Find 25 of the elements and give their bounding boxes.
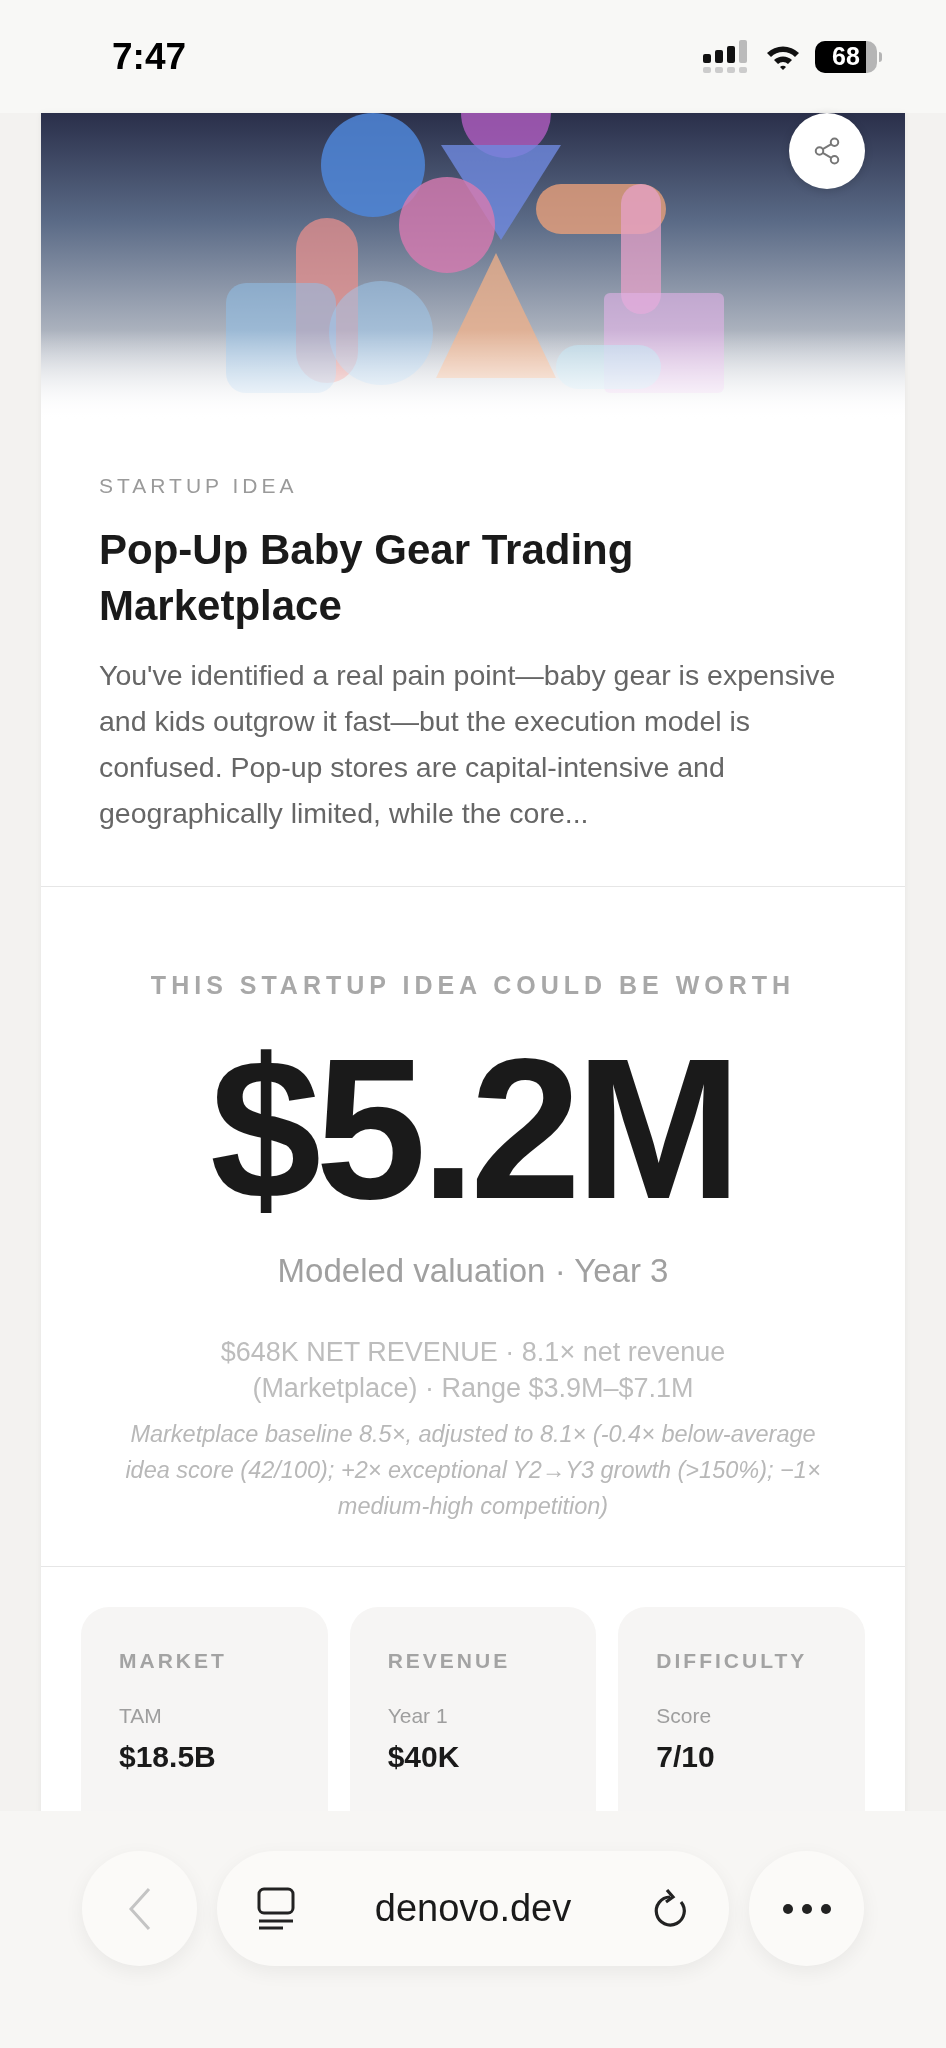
url-text: denovo.dev: [374, 1886, 572, 1931]
valuation-amount: $5.2M: [210, 1024, 736, 1234]
valuation-label: THIS STARTUP IDEA COULD BE WORTH: [150, 969, 796, 1001]
valuation-details: $648K NET REVENUE · 8.1× net revenue (Marketplace) · Range $3.9M–$7.1M: [219, 1335, 727, 1405]
metric-value: 7/10: [656, 1738, 716, 1775]
metric-title: REVENUE: [387, 1647, 512, 1674]
more-icon: [782, 1903, 831, 1914]
address-bar[interactable]: denovo.dev: [217, 1851, 729, 1966]
valuation-subtitle: Modeled valuation · Year 3: [277, 1251, 669, 1291]
back-chevron-icon: [126, 1885, 153, 1932]
battery-percentage: 68: [832, 44, 860, 69]
metric-label: Score: [656, 1703, 713, 1729]
metric-value: $18.5B: [119, 1738, 217, 1775]
share-icon: [812, 136, 842, 166]
idea-description: You've identified a real pain point—baby gear is expensive and kids outgrow it fast—but the execution model is confused. Pop-up stores are capital-intensive and geographically limited, while the core...: [99, 657, 837, 831]
metric-title: MARKET: [119, 1647, 228, 1674]
tabs-icon: [257, 1886, 295, 1931]
section-label: STARTUP IDEA: [99, 473, 299, 499]
status-time: 7:47: [112, 34, 187, 79]
metric-value: $40K: [387, 1738, 461, 1775]
metric-label: Year 1: [387, 1703, 449, 1729]
valuation-note: Marketplace baseline 8.5×, adjusted to 8.1× (-0.4× below-average idea score (42/100); +2× exceptional Y2→Y3 growth (>150%); −1× medium-high competition): [124, 1419, 822, 1521]
metric-label: TAM: [119, 1703, 163, 1729]
idea-title: Pop-Up Baby Gear Trading Marketplace: [99, 524, 635, 631]
metric-title: DIFFICULTY: [656, 1647, 809, 1674]
